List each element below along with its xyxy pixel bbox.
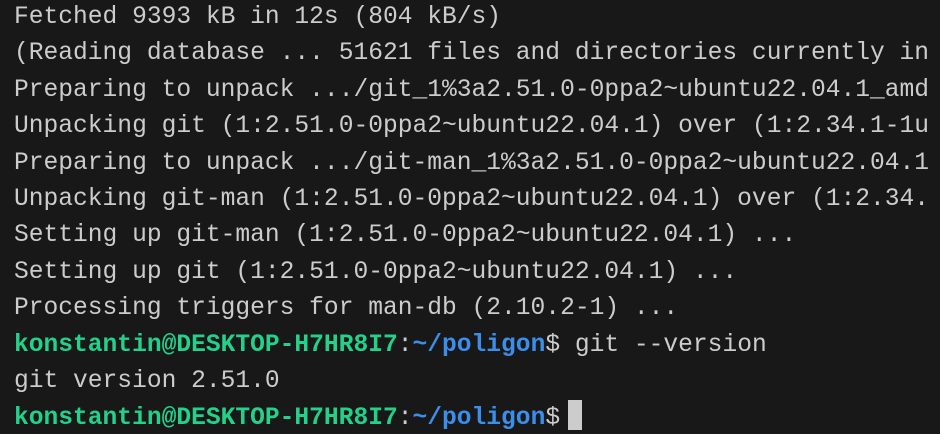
command-text: git --version (560, 331, 767, 359)
output-line: Preparing to unpack .../git-man_1%3a2.51… (14, 149, 930, 177)
output-line: (Reading database ... 51621 files and di… (14, 40, 930, 68)
output-line: Setting up git (1:2.51.0-0ppa2~ubuntu22.… (14, 258, 738, 286)
prompt-path: ~/poligon (412, 405, 546, 433)
prompt-line: konstantin@DESKTOP-H7HR8I7:~/poligon$ gi… (14, 328, 940, 364)
output-line: Setting up git-man (1:2.51.0-0ppa2~ubunt… (14, 222, 797, 250)
output-line: Fetched 9393 kB in 12s (804 kB/s) (14, 4, 502, 31)
prompt-user-host: konstantin@DESKTOP-H7HR8I7 (14, 405, 398, 433)
prompt-path: ~/poligon (412, 331, 546, 359)
prompt-user-host: konstantin@DESKTOP-H7HR8I7 (14, 331, 398, 359)
output-line: Unpacking git-man (1:2.51.0-0ppa2~ubuntu… (14, 185, 930, 213)
prompt-symbol: $ (545, 331, 561, 359)
prompt-separator: : (397, 405, 413, 433)
output-line: Unpacking git (1:2.51.0-0ppa2~ubuntu22.0… (14, 113, 930, 141)
prompt-separator: : (397, 331, 413, 359)
output-line: Processing triggers for man-db (2.10.2-1… (14, 295, 679, 323)
active-prompt-line[interactable]: konstantin@DESKTOP-H7HR8I7:~/poligon$ (14, 400, 940, 434)
prompt-symbol: $ (545, 405, 561, 433)
command-output: git version 2.51.0 (14, 367, 280, 395)
output-line: Preparing to unpack .../git_1%3a2.51.0-0… (14, 76, 930, 104)
terminal[interactable]: Fetched 9393 kB in 12s (804 kB/s) (Readi… (0, 0, 940, 434)
text-cursor (568, 400, 583, 431)
